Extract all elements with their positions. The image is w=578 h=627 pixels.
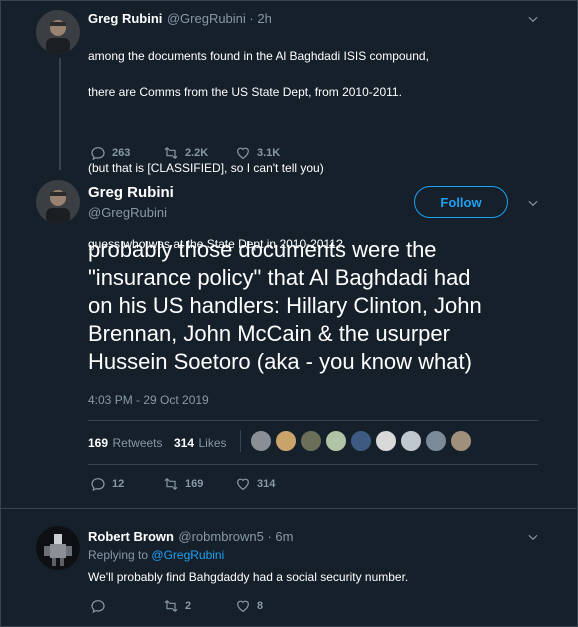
tweet2-line: "insurance policy" that Al Baghdadi had bbox=[88, 265, 471, 290]
tweet1-header: Greg Rubini @GregRubini · 2h bbox=[88, 10, 272, 28]
tweet3-handle-time[interactable]: @robmbrown5 · 6m bbox=[178, 529, 293, 544]
liker-divider bbox=[240, 430, 241, 452]
tweet2-reply-count: 12 bbox=[112, 478, 125, 490]
heart-icon bbox=[237, 478, 249, 491]
tweet3-header: Robert Brown @robmbrown5 · 6m bbox=[88, 528, 293, 546]
follow-button[interactable]: Follow bbox=[414, 186, 508, 218]
tweet2-like-button[interactable]: 314 bbox=[235, 476, 275, 492]
retweet-icon bbox=[164, 600, 178, 612]
liker-avatar[interactable] bbox=[350, 430, 372, 452]
retweet-stat[interactable]: 169 Retweets bbox=[88, 434, 163, 452]
avatar-greg-rubini-main[interactable] bbox=[36, 180, 80, 224]
tweet2-menu-chevron-icon[interactable] bbox=[526, 196, 540, 215]
heart-icon bbox=[237, 147, 249, 160]
tweet2-line: Brennan, John McCain & the usurper bbox=[88, 321, 450, 346]
like-stat[interactable]: 314 Likes bbox=[174, 434, 227, 452]
tweet3-reply-button[interactable] bbox=[90, 598, 112, 614]
thread-line bbox=[59, 58, 61, 170]
tweet1-line: there are Comms from the US State Dept, … bbox=[88, 85, 402, 99]
reply-icon bbox=[91, 478, 105, 492]
tweet1-reply-count: 263 bbox=[112, 147, 131, 159]
tweet2-line: Hussein Soetoro (aka - you know what) bbox=[88, 349, 472, 374]
tweet2-text: probably those documents were the "insur… bbox=[88, 236, 558, 376]
tweet1-text: among the documents found in the Al Bagh… bbox=[88, 29, 548, 271]
tweet2-reply-button[interactable]: 12 bbox=[90, 476, 124, 492]
tweet3-like-button[interactable]: 8 bbox=[235, 598, 263, 614]
tweet3-author-name[interactable]: Robert Brown bbox=[88, 529, 174, 544]
retweet-stat-count: 169 bbox=[88, 436, 109, 450]
tweet2-line: on his US handlers: Hillary Clinton, Joh… bbox=[88, 293, 482, 318]
tweet3-retweet-button[interactable]: 2 bbox=[163, 598, 191, 614]
reply-icon bbox=[91, 600, 105, 614]
liker-avatar[interactable] bbox=[450, 430, 472, 452]
tweet2-author-name[interactable]: Greg Rubini bbox=[88, 184, 174, 201]
liker-avatar[interactable] bbox=[275, 430, 297, 452]
reply-icon bbox=[91, 147, 105, 161]
tweet3-text: We'll probably find Bahgdaddy had a soci… bbox=[88, 570, 409, 584]
replying-to: Replying to @GregRubini bbox=[88, 548, 224, 562]
tweet3-like-count: 8 bbox=[257, 600, 264, 612]
tweet2-timestamp[interactable]: 4:03 PM - 29 Oct 2019 bbox=[88, 393, 209, 407]
tweet1-line bbox=[88, 119, 548, 137]
liker-avatar[interactable] bbox=[325, 430, 347, 452]
liker-avatar[interactable] bbox=[425, 430, 447, 452]
retweet-icon bbox=[164, 147, 178, 159]
replying-to-link[interactable]: @GregRubini bbox=[151, 548, 224, 562]
tweet2-handle[interactable]: @GregRubini bbox=[88, 205, 167, 220]
liker-avatar[interactable] bbox=[300, 430, 322, 452]
like-stat-label: Likes bbox=[198, 436, 227, 450]
reply-section-divider bbox=[0, 508, 578, 509]
tweet3-retweet-count: 2 bbox=[185, 600, 192, 612]
liker-avatar[interactable] bbox=[400, 430, 422, 452]
tweet1-handle-time[interactable]: @GregRubini · 2h bbox=[167, 11, 272, 26]
avatar-robert-brown[interactable] bbox=[36, 526, 80, 570]
like-stat-count: 314 bbox=[174, 436, 195, 450]
tweet1-reply-button[interactable]: 263 bbox=[90, 145, 130, 161]
tweet1-like-button[interactable]: 3.1K bbox=[235, 145, 280, 161]
tweet1-retweet-count: 2.2K bbox=[185, 147, 209, 159]
tweet1-retweet-button[interactable]: 2.2K bbox=[163, 145, 208, 161]
tweet1-author-name[interactable]: Greg Rubini bbox=[88, 11, 162, 26]
tweet1-like-count: 3.1K bbox=[257, 147, 281, 159]
tweet2-line: probably those documents were the bbox=[88, 237, 437, 262]
retweet-stat-label: Retweets bbox=[112, 436, 163, 450]
tweet2-retweet-button[interactable]: 169 bbox=[163, 476, 203, 492]
avatar-greg-rubini[interactable] bbox=[36, 10, 80, 54]
retweet-icon bbox=[164, 478, 178, 490]
replying-to-prefix: Replying to bbox=[88, 548, 149, 562]
liker-avatar[interactable] bbox=[250, 430, 272, 452]
tweet1-line: among the documents found in the Al Bagh… bbox=[88, 49, 429, 63]
tweet2-like-count: 314 bbox=[257, 478, 276, 490]
tweet1-line: (but that is [CLASSIFIED], so I can't te… bbox=[88, 161, 324, 175]
liker-avatar[interactable] bbox=[375, 430, 397, 452]
stats-divider-bottom bbox=[88, 464, 538, 465]
stats-divider-top bbox=[88, 420, 538, 421]
heart-icon bbox=[237, 600, 249, 613]
tweet2-retweet-count: 169 bbox=[185, 478, 204, 490]
tweet3-menu-chevron-icon[interactable] bbox=[526, 530, 540, 549]
